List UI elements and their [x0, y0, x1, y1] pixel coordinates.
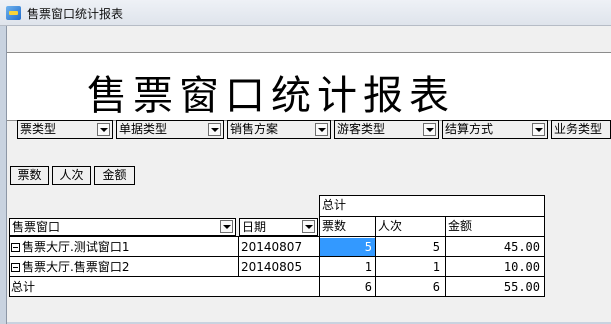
column-header-people: 人次 [378, 219, 403, 233]
field-amount-button[interactable]: 金额 [94, 166, 135, 185]
row-field-label: 售票窗口 [12, 220, 61, 234]
filter-label: 票类型 [20, 122, 57, 136]
report-title: 售票窗口统计报表 [87, 73, 455, 119]
row-tickets-cell-selected[interactable]: 5 [320, 238, 376, 256]
app-icon [6, 6, 21, 20]
column-header-amount: 金额 [448, 219, 473, 233]
row-field-dropdown[interactable]: 售票窗口 [9, 218, 236, 236]
grid-line [319, 195, 320, 297]
grid-line [9, 296, 544, 297]
chevron-down-icon[interactable] [97, 123, 110, 136]
field-people-button[interactable]: 人次 [52, 166, 91, 185]
grid-line [320, 216, 544, 217]
total-people-cell[interactable]: 6 [376, 277, 444, 297]
grid-line [544, 195, 545, 297]
row-date: 20140807 [241, 240, 303, 254]
filter-label: 销售方案 [230, 122, 279, 136]
filter-business-type[interactable]: 业务类型 [551, 120, 611, 139]
chevron-down-icon[interactable] [423, 123, 436, 136]
chevron-down-icon[interactable] [315, 123, 328, 136]
grid-line [9, 276, 544, 277]
filter-settlement-method[interactable]: 结算方式 [442, 120, 548, 139]
field-tickets-button[interactable]: 票数 [10, 166, 49, 185]
report-content: 售票窗口统计报表 票类型 单据类型 销售方案 游客类型 结算方式 业务类型 票数… [7, 26, 611, 324]
column-header-tickets: 票数 [322, 219, 347, 233]
grid-line [9, 236, 10, 297]
row-window-label[interactable]: 售票大厅.测试窗口1 [11, 237, 129, 257]
title-bar: 售票窗口统计报表 [0, 0, 611, 26]
collapse-icon[interactable] [11, 263, 20, 272]
grid-line [320, 195, 544, 196]
total-row-label: 总计 [11, 280, 36, 294]
window-left-border [0, 26, 7, 324]
filter-ticket-type[interactable]: 票类型 [17, 120, 113, 139]
chevron-down-icon[interactable] [302, 220, 315, 233]
window-title: 售票窗口统计报表 [27, 7, 124, 21]
window-name: 售票大厅.售票窗口2 [22, 260, 130, 274]
row-window-label[interactable]: 售票大厅.售票窗口2 [11, 257, 129, 277]
filter-visitor-type[interactable]: 游客类型 [334, 120, 439, 139]
chevron-down-icon[interactable] [220, 220, 233, 233]
chevron-down-icon[interactable] [208, 123, 221, 136]
total-amount-cell[interactable]: 55.00 [446, 277, 544, 297]
filter-label: 游客类型 [337, 122, 386, 136]
grid-line [375, 216, 376, 297]
filter-label: 单据类型 [119, 122, 168, 136]
collapse-icon[interactable] [11, 243, 20, 252]
grid-line [9, 256, 544, 257]
grid-line [445, 216, 446, 297]
window-name: 售票大厅.测试窗口1 [22, 240, 130, 254]
report-window: 售票窗口统计报表 售票窗口统计报表 票类型 单据类型 销售方案 游客类型 结算方… [0, 0, 611, 324]
filter-sales-plan[interactable]: 销售方案 [227, 120, 331, 139]
total-header: 总计 [322, 198, 347, 212]
row-amount-cell[interactable]: 45.00 [446, 237, 544, 257]
filter-label: 结算方式 [445, 122, 494, 136]
row-amount-cell[interactable]: 10.00 [446, 257, 544, 277]
report-title-band: 售票窗口统计报表 [7, 52, 611, 121]
filter-bar: 票类型 单据类型 销售方案 游客类型 结算方式 业务类型 [17, 120, 611, 140]
grid-line [9, 236, 544, 237]
grid-line [238, 236, 239, 276]
row-people-cell[interactable]: 5 [376, 237, 444, 257]
filter-label: 业务类型 [554, 122, 603, 136]
total-tickets-cell[interactable]: 6 [320, 277, 376, 297]
chevron-down-icon[interactable] [532, 123, 545, 136]
date-field-dropdown[interactable]: 日期 [239, 218, 318, 236]
date-field-label: 日期 [242, 220, 267, 234]
filter-document-type[interactable]: 单据类型 [116, 120, 224, 139]
row-tickets-cell[interactable]: 1 [320, 257, 376, 277]
row-date: 20140805 [241, 260, 303, 274]
row-people-cell[interactable]: 1 [376, 257, 444, 277]
